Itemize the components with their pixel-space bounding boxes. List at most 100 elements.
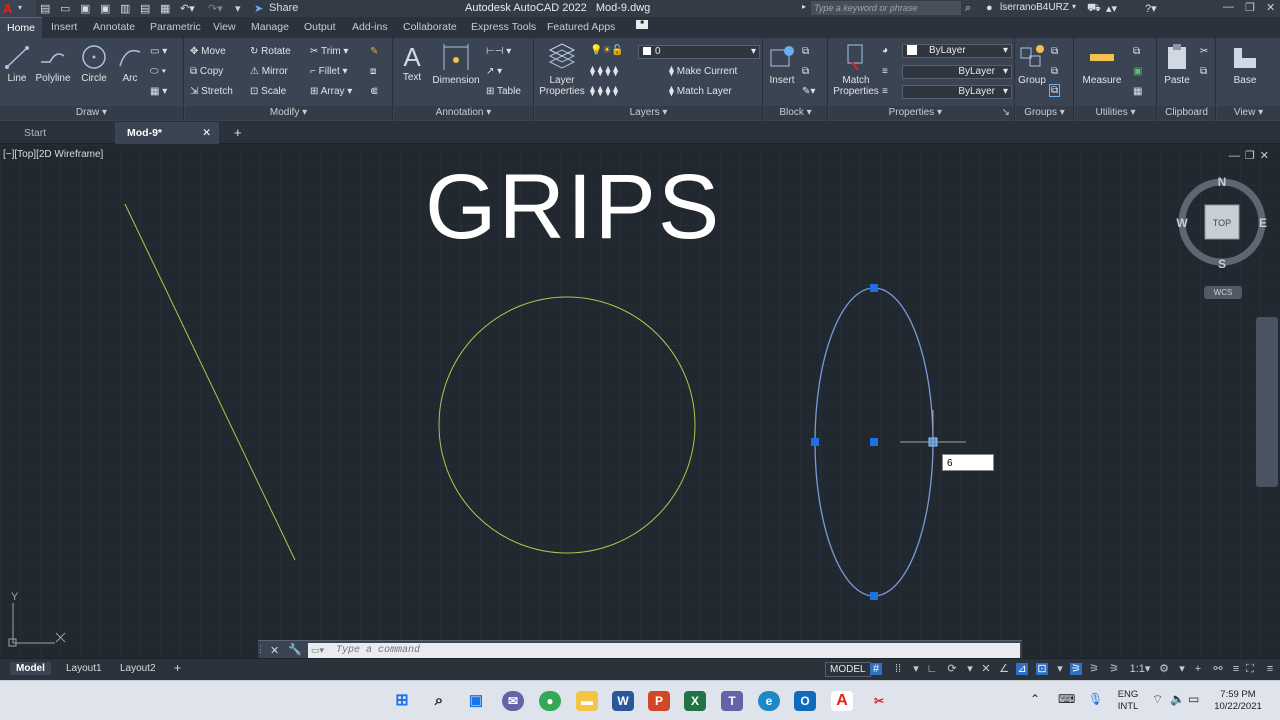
compass-north[interactable]: N [1218,175,1227,189]
microphone-icon[interactable]: 🎙 [1088,693,1103,705]
tab-express-tools[interactable]: Express Tools [471,21,536,33]
move-tool[interactable]: ✥ Move [190,46,226,57]
polyline-tool[interactable]: Polyline [34,44,72,84]
tab-annotate[interactable]: Annotate [93,21,135,33]
minimize-button[interactable]: — [1223,1,1234,13]
save-as-icon[interactable]: ▣ [100,2,110,15]
cut-icon[interactable]: ✂ [1200,46,1208,57]
excel-icon[interactable]: X [684,691,706,711]
command-grip-icon[interactable]: ⋮ [256,644,265,655]
search-icon[interactable]: ⌕ [428,691,450,711]
layer-state-icons[interactable]: 💡☀🔓 [590,45,624,56]
multileader-icon[interactable]: ↗ ▾ [486,66,502,77]
tab-output[interactable]: Output [304,21,336,33]
layer-tools-row1[interactable]: ⧫ ⧫ ⧫ ⧫ [590,66,618,77]
insert-tool[interactable]: Insert [766,42,798,86]
block-attributes-icon[interactable]: ✎▾ [802,86,815,97]
dynamic-input-field[interactable]: 6 [942,454,994,471]
rotate-tool[interactable]: ↻ Rotate [250,46,291,57]
fillet-tool[interactable]: ⌐ Fillet ▾ [310,66,348,77]
create-block-icon[interactable]: ⧉ [802,46,809,57]
snipping-tool-icon[interactable]: ✂ [868,691,890,711]
task-view-icon[interactable]: ▣ [465,691,487,711]
arc-tool[interactable]: Arc [116,44,144,84]
open-file-icon[interactable]: ▭ [60,2,70,15]
tab-add-ins[interactable]: Add-ins [352,21,388,33]
chevron-down-icon[interactable]: ▾ [1176,663,1188,675]
tab-collaborate[interactable]: Collaborate [403,21,457,33]
close-command-icon[interactable]: ✕ [270,644,279,657]
polar-icon[interactable]: ⟳ [946,663,958,675]
base-tool[interactable]: Base [1227,42,1263,86]
save-icon[interactable]: ▣ [80,2,90,15]
add-layout-button[interactable]: + [168,660,187,676]
drawing-area[interactable]: [−][Top][2D Wireframe] —❐✕ GRIPS Y TOP N… [0,145,1280,658]
make-current-tool[interactable]: ⧫ Make Current [669,66,737,77]
user-name[interactable]: lserranoB4URZ [1000,2,1069,13]
tab-featured-apps[interactable]: Featured Apps [547,21,615,33]
tab-home[interactable]: Home [0,17,43,38]
layout-tab-layout1[interactable]: Layout1 [60,662,108,675]
layer-dropdown[interactable]: 0 ▾ [638,45,760,59]
status-menu-icon[interactable]: ≡ [1264,663,1276,675]
new-tab-button[interactable]: + [222,122,248,144]
compass-east[interactable]: E [1259,216,1267,230]
print-icon[interactable]: ▤ [140,2,150,15]
yellow-circle[interactable] [438,296,696,554]
add-icon[interactable]: + [1192,663,1204,675]
rectangle-icon[interactable]: ▭ ▾ [150,46,167,57]
fullscreen-icon[interactable]: ⛶ [1244,663,1256,675]
wcs-menu[interactable]: WCS [1204,286,1242,299]
layout-tab-model[interactable]: Model [10,662,51,675]
gear-icon[interactable]: ⚙ [1158,663,1170,675]
copy-tool[interactable]: ⧉ Copy [190,66,223,77]
tab-parametric[interactable]: Parametric [150,21,201,33]
utilities-panel-label[interactable]: Utilities ▾ [1075,106,1156,120]
viewcube[interactable]: TOP N S E W [1176,175,1267,271]
annotation-scale-icon[interactable]: ⚞ [1108,663,1120,675]
quick-select-icon[interactable]: ⧉ [1133,46,1140,57]
yellow-line[interactable] [124,203,296,561]
properties-panel-label[interactable]: Properties ▾ ↘ [829,106,1014,120]
autoscale-icon[interactable]: ⚞ [1088,663,1100,675]
chevron-down-icon[interactable]: ▾ [1054,663,1066,675]
layers-panel-label[interactable]: Layers ▾ [535,106,762,120]
new-file-icon[interactable]: ▤ [40,2,50,15]
copy-clip-icon[interactable]: ⧉ [1200,66,1207,77]
leader-icon[interactable]: ⊢⊣ ▾ [486,46,511,57]
undo-icon[interactable]: ↶▾ [180,2,195,15]
customize-icon[interactable]: ▾ [235,2,241,15]
drawing-canvas[interactable]: Y TOP N S E W [0,145,1280,658]
keyboard-icon[interactable]: ⌨ [1058,693,1075,705]
explode-icon[interactable]: ⧈ [370,66,376,77]
grid-toggle-icon[interactable]: # [870,663,882,675]
battery-icon[interactable]: ▭ [1188,693,1199,705]
teams-icon[interactable]: T [721,691,743,711]
measure-tool[interactable]: Measure [1079,42,1125,86]
text-tool[interactable]: A Text [398,42,426,83]
line-tool[interactable]: Line [4,44,30,84]
model-space-button[interactable]: MODEL [825,662,871,677]
powerpoint-icon[interactable]: P [648,691,670,711]
linetype-dropdown[interactable]: ByLayer ▾ [902,65,1012,79]
hatch-icon[interactable]: ▦ ▾ [150,86,167,97]
help-icon[interactable]: ?▾ [1145,2,1157,15]
mirror-tool[interactable]: ⚠ Mirror [250,66,288,77]
application-menu-button[interactable]: A ▾ [0,0,36,17]
circle-tool[interactable]: Circle [78,44,110,84]
tab-manage[interactable]: Manage [251,21,289,33]
stretch-tool[interactable]: ⇲ Stretch [190,86,233,97]
outlook-icon[interactable]: O [794,691,816,711]
wifi-icon[interactable]: ⌔ [1152,693,1163,705]
osnap-tracking-icon[interactable]: ∠ [998,663,1010,675]
language-indicator[interactable]: ENG INTL [1114,689,1142,713]
lineweight-dropdown[interactable]: ByLayer ▾ [902,85,1012,99]
ortho-icon[interactable]: ∟ [926,663,938,675]
array-tool[interactable]: ⊞ Array ▾ [310,86,352,97]
viewcube-face-label[interactable]: TOP [1213,218,1231,228]
isolate-objects-icon[interactable]: ⚯ [1212,663,1224,675]
layout-tab-layout2[interactable]: Layout2 [114,662,162,675]
erase-icon[interactable]: ✎ [370,46,378,57]
grip-top[interactable] [870,284,878,292]
autocad-taskbar-icon[interactable]: A [831,691,853,711]
